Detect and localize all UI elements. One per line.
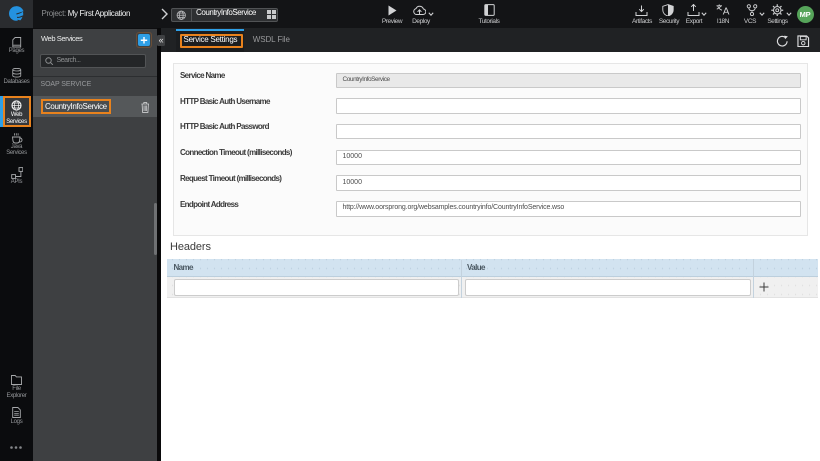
svg-text:A: A <box>723 7 730 17</box>
